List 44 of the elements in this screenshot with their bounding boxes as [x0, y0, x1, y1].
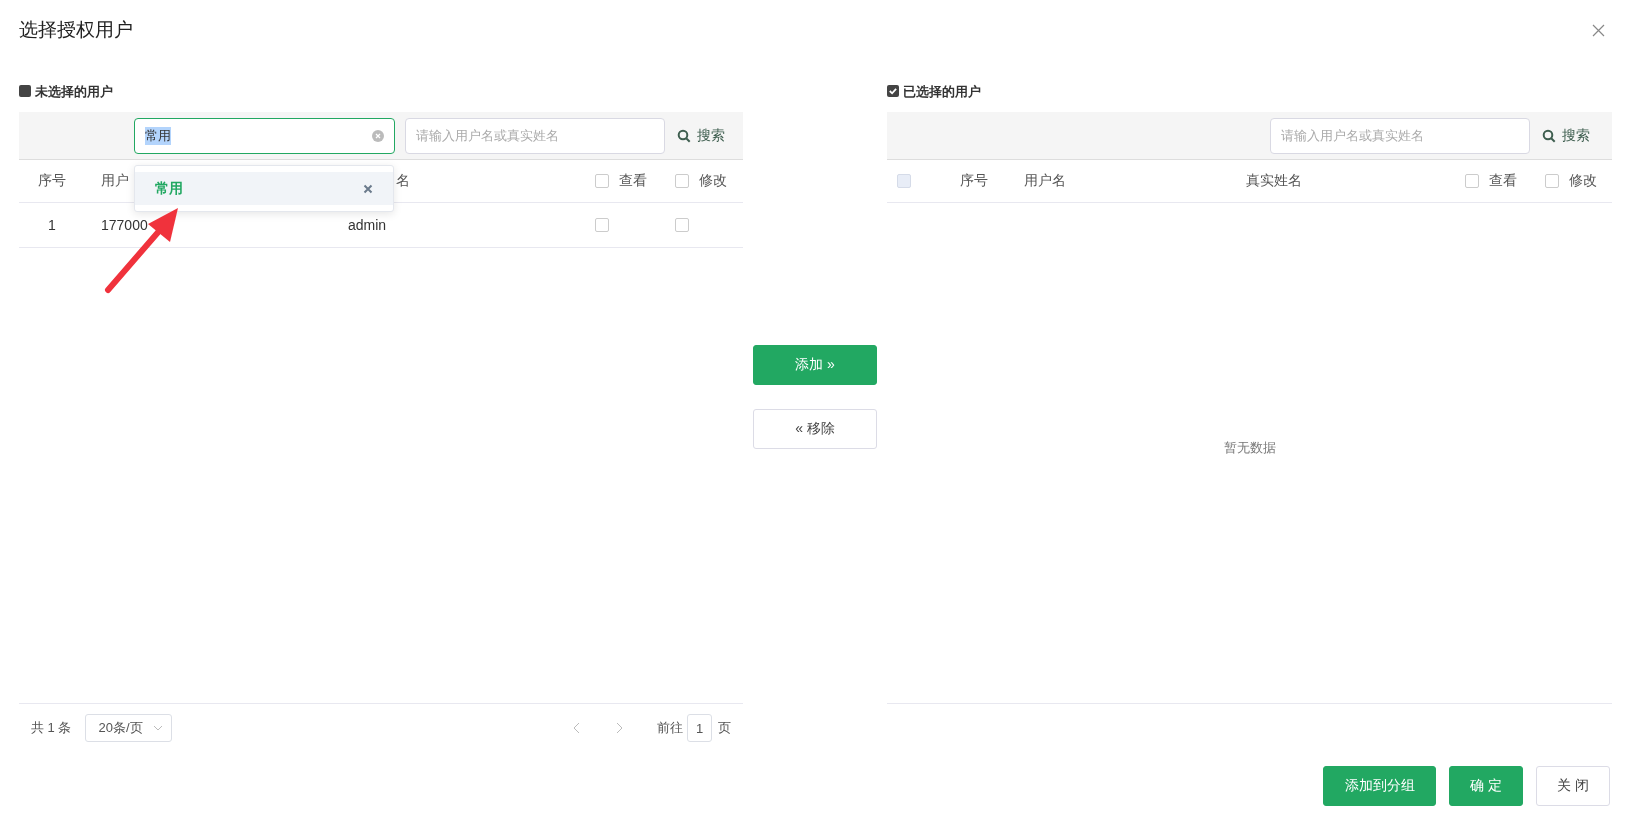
- search-button[interactable]: 搜索: [677, 126, 725, 145]
- table-cell-text: 1: [47, 217, 57, 233]
- column-header: 序号: [38, 172, 66, 188]
- column-header: 查看: [619, 172, 647, 190]
- checkbox[interactable]: [675, 174, 689, 188]
- checkbox[interactable]: [1465, 174, 1479, 188]
- search-icon: [1542, 128, 1556, 143]
- checkbox[interactable]: [675, 218, 689, 232]
- column-header: 修改: [699, 172, 727, 190]
- caret-icon: [153, 725, 164, 731]
- total-count: 共 1 条: [31, 719, 72, 737]
- column-header: 用户名: [1024, 172, 1066, 188]
- previous-page-icon[interactable]: [573, 722, 581, 734]
- clear-icon[interactable]: [372, 129, 384, 142]
- column-header: 真实姓名: [1246, 172, 1302, 188]
- remove-icon[interactable]: [363, 183, 373, 194]
- page-label: 页: [718, 719, 731, 737]
- panel-heading: 已选择的用户: [903, 83, 981, 101]
- transfer-button[interactable]: « 移除: [753, 409, 877, 449]
- dialog-button[interactable]: 关 闭: [1536, 766, 1610, 806]
- column-header: 查看: [1489, 172, 1517, 190]
- column-header: 名: [396, 172, 410, 188]
- search-field[interactable]: 请输入用户名或真实姓名: [405, 117, 665, 154]
- table-cell-text: admin: [347, 217, 388, 233]
- checkbox[interactable]: [1545, 174, 1559, 188]
- page-number-field[interactable]: 1: [687, 714, 712, 742]
- dialog-title: 选择授权用户: [19, 18, 133, 42]
- table-cell-text: 177000: [100, 217, 149, 233]
- checkbox[interactable]: [595, 174, 609, 188]
- column-header: 修改: [1569, 172, 1597, 190]
- page-size-select[interactable]: 20条/页: [85, 714, 173, 742]
- search-icon: [677, 128, 691, 143]
- checkbox[interactable]: [595, 218, 609, 232]
- empty-message: 暂无数据: [1223, 439, 1276, 457]
- goto-label: 前往: [657, 719, 683, 737]
- search-field[interactable]: 请输入用户名或真实姓名: [1270, 117, 1530, 154]
- panel-heading: 未选择的用户: [35, 83, 113, 101]
- tag-input-field[interactable]: 常用: [134, 117, 395, 154]
- column-header: 序号: [960, 172, 988, 188]
- search-button[interactable]: 搜索: [1542, 126, 1590, 145]
- close-icon[interactable]: [1592, 23, 1605, 37]
- column-header: 用户: [101, 172, 129, 188]
- field-value: 常用: [145, 126, 171, 145]
- next-page-icon[interactable]: [615, 722, 623, 734]
